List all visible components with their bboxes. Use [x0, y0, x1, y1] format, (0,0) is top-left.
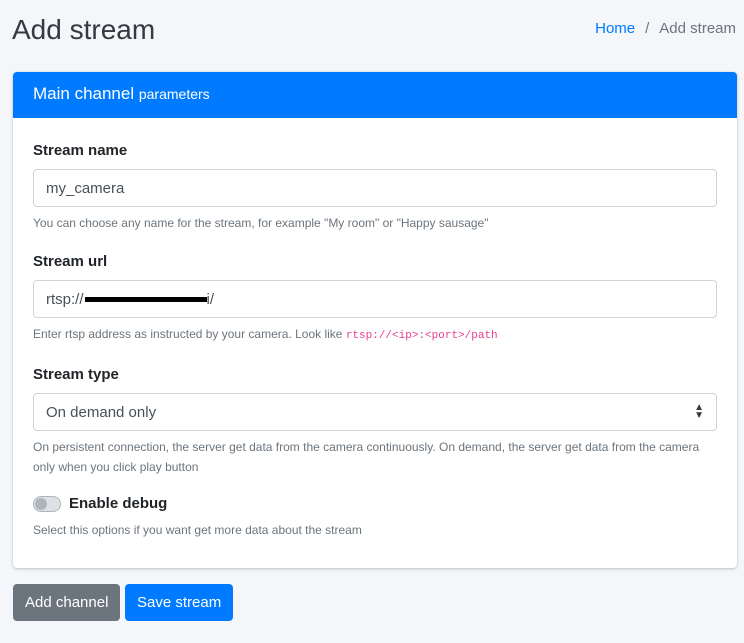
stream-type-group: Stream type On demand only ▲ ▼ On persist… [33, 366, 717, 477]
stream-url-help-text: Enter rtsp address as instructed by your… [33, 327, 343, 341]
breadcrumb: Home / Add stream [595, 20, 736, 37]
card-header: Main channel parameters [13, 72, 737, 118]
stream-name-input[interactable]: my_camera [33, 169, 717, 207]
stream-type-selected: On demand only [46, 403, 157, 421]
stream-url-prefix: rtsp:// [46, 290, 84, 308]
stream-type-select[interactable]: On demand only ▲ ▼ [33, 393, 717, 431]
debug-toggle-row: Enable debug [33, 495, 717, 512]
stream-url-label: Stream url [33, 253, 108, 270]
stream-type-help: On persistent connection, the server get… [33, 440, 700, 474]
page-title: Add stream [12, 14, 156, 45]
card-title: Main channel [33, 84, 135, 103]
debug-help: Select this options if you want get more… [33, 523, 362, 537]
stream-type-label: Stream type [33, 366, 119, 383]
card-subtitle: parameters [138, 86, 210, 102]
stream-name-value: my_camera [46, 179, 125, 197]
stream-url-suffix: i/ [206, 290, 215, 308]
redaction-bar [84, 296, 207, 302]
enable-debug-label[interactable]: Enable debug [69, 495, 167, 512]
stream-url-help: Enter rtsp address as instructed by your… [33, 324, 717, 346]
stream-url-input[interactable]: rtsp:// i/ [33, 280, 717, 318]
main-channel-card: Main channel parameters Stream name my_c… [13, 72, 737, 568]
enable-debug-toggle[interactable] [33, 495, 61, 512]
breadcrumb-separator: / [645, 20, 650, 37]
stream-name-group: Stream name my_camera You can choose any… [33, 142, 717, 233]
breadcrumb-current: Add stream [659, 20, 736, 37]
stream-name-help: You can choose any name for the stream, … [33, 216, 489, 230]
stream-url-group: Stream url rtsp:// i/ Enter rtsp address… [33, 253, 717, 346]
add-channel-button[interactable]: Add channel [13, 584, 121, 621]
stream-url-help-code: rtsp://<ip>:<port>/path [345, 330, 498, 342]
card-body: Stream name my_camera You can choose any… [13, 118, 737, 540]
toggle-knob [35, 497, 47, 510]
save-stream-button[interactable]: Save stream [125, 584, 234, 621]
breadcrumb-home-link[interactable]: Home [595, 20, 635, 37]
stream-name-label: Stream name [33, 142, 128, 159]
select-arrows-icon: ▲ ▼ [694, 402, 704, 421]
